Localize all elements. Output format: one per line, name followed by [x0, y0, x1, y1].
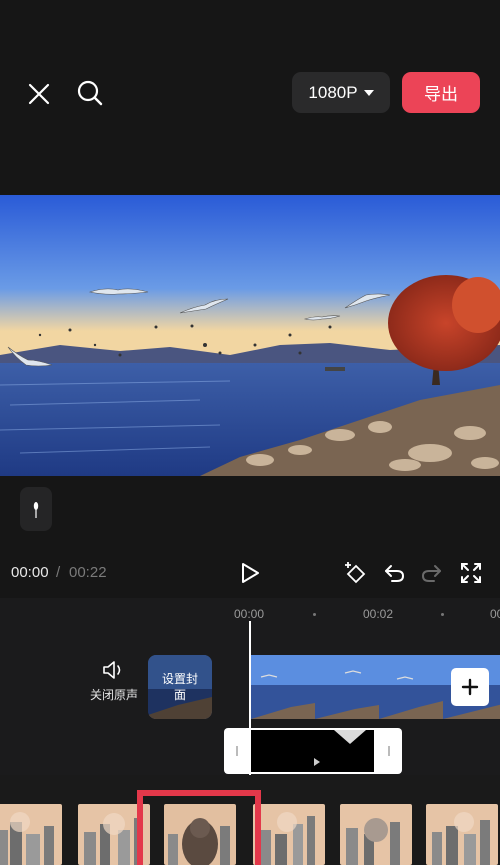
preview-scene: [0, 195, 500, 476]
add-clip-icon[interactable]: [451, 668, 489, 706]
fullscreen-icon[interactable]: [456, 558, 486, 588]
trim-handle-right[interactable]: [388, 746, 390, 756]
cover-label: 设置封面: [148, 655, 212, 719]
export-button[interactable]: 导出: [402, 72, 480, 113]
filmstrip-thumbnail[interactable]: [340, 804, 412, 865]
ruler-label: 00:00: [234, 607, 265, 621]
timeline[interactable]: 00:00 00:02 00:04 关闭原声 设置封面: [0, 598, 500, 775]
resolution-dropdown[interactable]: 1080P: [292, 72, 390, 113]
track-frame: [379, 655, 443, 719]
undo-icon[interactable]: [379, 558, 409, 588]
player-controls: 00:00 / 00:22: [0, 548, 500, 598]
track-frame: [315, 655, 379, 719]
redo-icon[interactable]: [417, 558, 447, 588]
ruler-label: 00:04: [490, 607, 500, 621]
top-bar: 1080P 导出: [0, 0, 500, 195]
frame-filmstrip[interactable]: [0, 775, 500, 865]
video-preview[interactable]: [0, 195, 500, 476]
search-icon[interactable]: [74, 77, 106, 109]
playhead[interactable]: [249, 621, 251, 775]
mute-original-audio-button[interactable]: 关闭原声: [84, 660, 144, 703]
total-time: 00:22: [69, 564, 107, 581]
ruler-label: 00:02: [363, 607, 394, 621]
audio-clip: [250, 730, 374, 772]
selected-frame-highlight: [137, 790, 261, 865]
time-separator: /: [56, 564, 61, 581]
chevron-down-icon: [363, 89, 374, 96]
close-icon[interactable]: [24, 79, 54, 109]
pin-icon: [33, 502, 39, 518]
current-time: 00:00: [11, 564, 49, 581]
ruler-dot: [313, 613, 316, 616]
play-icon[interactable]: [236, 559, 264, 587]
track-frame: [251, 655, 315, 719]
filmstrip-thumbnail[interactable]: [0, 804, 62, 865]
set-cover-button[interactable]: 设置封面: [148, 655, 212, 719]
speaker-icon: [103, 661, 121, 679]
clip-adjust-handle[interactable]: [20, 487, 52, 531]
resolution-label: 1080P: [308, 82, 358, 102]
ruler-dot: [441, 613, 444, 616]
keyframe-add-icon[interactable]: [340, 558, 370, 588]
filmstrip-thumbnail[interactable]: [253, 804, 325, 865]
mute-label: 关闭原声: [89, 688, 138, 702]
trim-handle-left[interactable]: [236, 746, 238, 756]
filmstrip-thumbnail[interactable]: [426, 804, 498, 865]
